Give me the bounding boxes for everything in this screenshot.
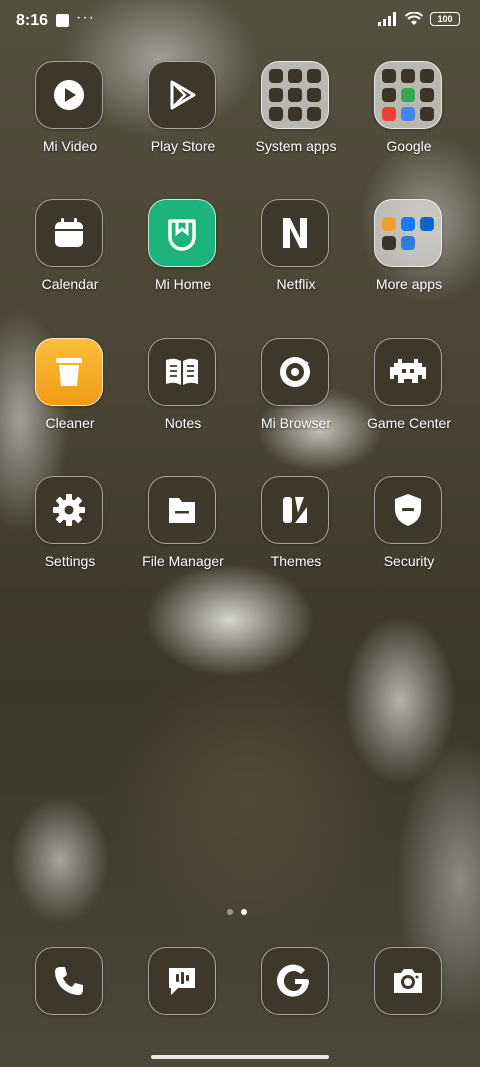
app-file-manager[interactable]: File Manager <box>127 476 239 606</box>
play-icon <box>35 61 103 129</box>
app-notes[interactable]: Notes <box>127 338 239 468</box>
notification-square-icon <box>56 14 69 27</box>
browser-icon <box>261 338 329 406</box>
clock: 8:16 <box>16 12 49 29</box>
folder-icon <box>374 61 442 129</box>
app-label: Calendar <box>41 276 99 292</box>
page-dot-active[interactable] <box>241 909 247 915</box>
dock-google[interactable] <box>240 947 352 1017</box>
app-netflix[interactable]: Netflix <box>240 199 352 329</box>
file-icon <box>148 476 216 544</box>
app-cleaner[interactable]: Cleaner <box>14 338 126 468</box>
app-label: Cleaner <box>45 415 95 431</box>
app-label: More apps <box>375 276 443 292</box>
app-label: Settings <box>44 553 96 569</box>
page-indicator[interactable] <box>227 909 247 915</box>
wifi-icon <box>405 12 423 25</box>
status-bar: 8:16 ··· 100 <box>0 0 480 42</box>
invader-icon <box>374 338 442 406</box>
dock-camera[interactable] <box>353 947 465 1017</box>
page-dot[interactable] <box>227 909 233 915</box>
app-security[interactable]: Security <box>353 476 465 606</box>
book-icon <box>148 338 216 406</box>
more-notifications-icon: ··· <box>76 9 95 26</box>
home-gesture-bar[interactable] <box>151 1055 329 1059</box>
app-label: Security <box>383 553 435 569</box>
netflix-icon <box>261 199 329 267</box>
app-calendar[interactable]: Calendar <box>14 199 126 329</box>
app-label: Google <box>386 138 432 154</box>
battery-indicator: 100 <box>430 12 460 26</box>
signal-icon <box>378 12 396 26</box>
app-game-center[interactable]: Game Center <box>353 338 465 468</box>
mi-home-icon <box>148 199 216 267</box>
app-label: Play Store <box>150 138 216 154</box>
app-settings[interactable]: Settings <box>14 476 126 606</box>
calendar-icon <box>35 199 103 267</box>
app-mi-home[interactable]: Mi Home <box>127 199 239 329</box>
themes-icon <box>261 476 329 544</box>
app-mi-video[interactable]: Mi Video <box>14 61 126 191</box>
app-label: Notes <box>164 415 202 431</box>
app-label: Mi Home <box>154 276 211 292</box>
message-icon <box>148 947 216 1015</box>
folder-icon <box>374 199 442 267</box>
app-label: System apps <box>255 138 337 154</box>
play-store-icon <box>148 61 216 129</box>
google-g-icon <box>261 947 329 1015</box>
app-label: Themes <box>270 553 322 569</box>
app-label: Netflix <box>276 276 316 292</box>
shield-icon <box>374 476 442 544</box>
camera-icon <box>374 947 442 1015</box>
trash-icon <box>35 338 103 406</box>
dock-messages[interactable] <box>127 947 239 1017</box>
folder-icon <box>261 61 329 129</box>
gear-icon <box>35 476 103 544</box>
app-themes[interactable]: Themes <box>240 476 352 606</box>
app-mi-browser[interactable]: Mi Browser <box>240 338 352 468</box>
status-icons: 100 <box>378 12 460 26</box>
dock-phone[interactable] <box>14 947 126 1017</box>
app-play-store[interactable]: Play Store <box>127 61 239 191</box>
folder-system-apps[interactable]: System apps <box>240 61 352 191</box>
app-label: Mi Browser <box>260 415 331 431</box>
app-label: File Manager <box>142 553 224 569</box>
folder-google[interactable]: Google <box>353 61 465 191</box>
folder-more-apps[interactable]: More apps <box>353 199 465 329</box>
app-label: Game Center <box>366 415 452 431</box>
phone-icon <box>35 947 103 1015</box>
app-label: Mi Video <box>42 138 98 154</box>
